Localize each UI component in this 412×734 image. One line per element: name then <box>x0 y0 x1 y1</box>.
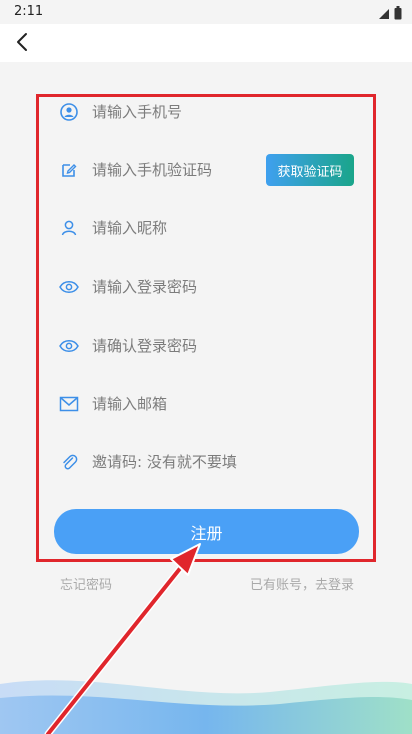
confirm-password-row <box>56 326 366 366</box>
password-row <box>56 267 366 307</box>
password-input[interactable] <box>92 278 366 296</box>
status-time: 2:11 <box>14 4 44 19</box>
edit-icon <box>56 157 82 183</box>
go-login-link[interactable]: 已有账号，去登录 <box>250 574 354 593</box>
chevron-left-icon <box>15 32 29 56</box>
battery-icon <box>394 5 402 24</box>
back-button[interactable] <box>8 30 36 58</box>
sms-code-row: 获取验证码 <box>56 150 366 190</box>
invite-row <box>56 442 366 482</box>
person-icon <box>56 215 82 241</box>
get-code-button[interactable]: 获取验证码 <box>266 154 354 186</box>
bottom-links: 忘记密码 已有账号，去登录 <box>0 574 412 594</box>
confirm-password-input[interactable] <box>92 337 366 355</box>
paperclip-icon <box>56 449 82 475</box>
phone-row <box>56 92 366 132</box>
email-input[interactable] <box>92 395 366 413</box>
mail-icon <box>56 391 82 417</box>
top-bar <box>0 24 412 62</box>
status-icons <box>378 5 402 24</box>
forgot-password-link[interactable]: 忘记密码 <box>60 574 112 593</box>
nickname-input[interactable] <box>92 219 366 237</box>
eye-icon <box>56 333 82 359</box>
eye-icon <box>56 274 82 300</box>
nickname-row <box>56 208 366 248</box>
signal-icon <box>378 5 390 24</box>
register-button[interactable]: 注册 <box>54 509 359 554</box>
status-bar: 2:11 <box>0 0 412 24</box>
phone-input[interactable] <box>92 103 366 121</box>
user-circle-icon <box>56 99 82 125</box>
invite-code-input[interactable] <box>92 453 366 471</box>
email-row <box>56 384 366 424</box>
wave-decoration <box>0 680 412 734</box>
